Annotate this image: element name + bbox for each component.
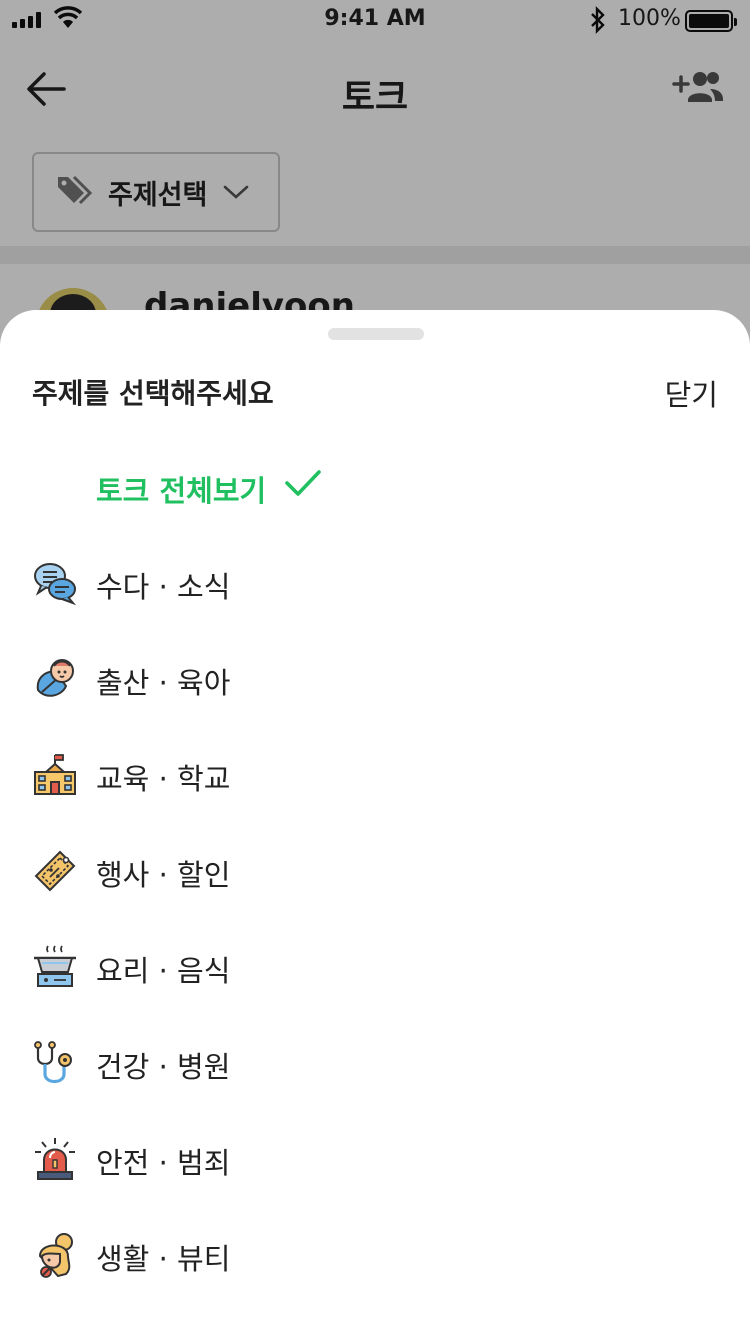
topic-bottom-sheet: 주제를 선택해주세요 닫기 토크 전체보기 수다 · 소식 출산 · 육아 교육…: [0, 310, 750, 1334]
topic-item-events-discounts[interactable]: 행사 · 할인: [0, 822, 750, 918]
topic-label: 교육 · 학교: [96, 762, 231, 796]
check-icon: [285, 470, 321, 496]
sheet-grabber-handle[interactable]: [328, 328, 424, 340]
topic-label: 수다 · 소식: [96, 570, 231, 604]
topic-item-living-beauty[interactable]: 생활 · 뷰티: [0, 1206, 750, 1302]
close-button[interactable]: 닫기: [665, 372, 718, 414]
stethoscope-icon: [34, 1041, 72, 1084]
topic-label: 안전 · 범죄: [96, 1146, 231, 1180]
topic-label: 토크 전체보기: [96, 474, 267, 508]
topic-item-childbirth-parenting[interactable]: 출산 · 육아: [0, 630, 750, 726]
cooking-pot-icon: [34, 945, 76, 987]
topic-list: 토크 전체보기 수다 · 소식 출산 · 육아 교육 · 학교 행사 · 할인 …: [0, 438, 750, 1302]
topic-item-health-hospital[interactable]: 건강 · 병원: [0, 1014, 750, 1110]
beauty-icon: [38, 1233, 73, 1278]
topic-label: 생활 · 뷰티: [96, 1242, 231, 1276]
topic-item-cooking-food[interactable]: 요리 · 음식: [0, 918, 750, 1014]
topic-item-chat-news[interactable]: 수다 · 소식: [0, 534, 750, 630]
school-icon: [34, 754, 76, 795]
topic-label: 요리 · 음식: [96, 954, 231, 988]
siren-icon: [35, 1138, 75, 1180]
topic-item-education-school[interactable]: 교육 · 학교: [0, 726, 750, 822]
chat-bubbles-icon: [34, 563, 77, 606]
discount-tag-icon: [34, 850, 76, 892]
sheet-title: 주제를 선택해주세요: [32, 377, 274, 410]
topic-label: 행사 · 할인: [96, 858, 231, 892]
baby-icon: [36, 659, 74, 697]
topic-item-all[interactable]: 토크 전체보기: [0, 438, 750, 534]
topic-label: 출산 · 육아: [96, 666, 231, 700]
topic-label: 건강 · 병원: [96, 1050, 231, 1084]
topic-item-safety-crime[interactable]: 안전 · 범죄: [0, 1110, 750, 1206]
